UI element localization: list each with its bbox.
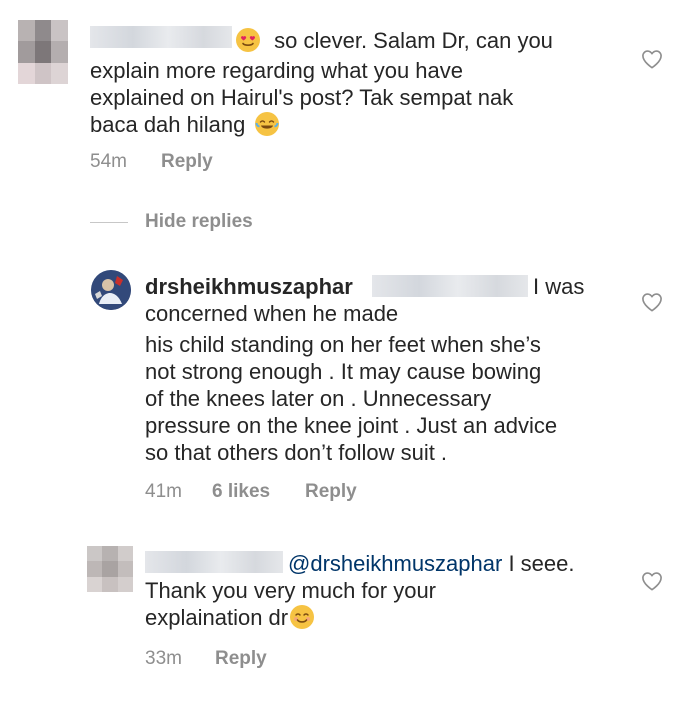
comment-text: so clever. Salam Dr, can you bbox=[236, 27, 553, 54]
likes-count-button[interactable]: 6 likes bbox=[212, 481, 270, 503]
avatar[interactable] bbox=[91, 270, 131, 310]
comment-text-line: not strong enough . It may cause bowing bbox=[145, 359, 542, 384]
reply-button[interactable]: Reply bbox=[161, 151, 213, 173]
mention-link[interactable]: @drsheikhmuszaphar bbox=[288, 551, 502, 576]
comment-time: 33m bbox=[145, 648, 182, 669]
comment-text-line: baca dah hilang bbox=[90, 111, 280, 138]
like-heart-icon[interactable] bbox=[641, 49, 663, 69]
heart-eyes-emoji-icon bbox=[236, 28, 260, 52]
hide-replies-divider bbox=[90, 222, 128, 223]
comment-text-line: explaination dr bbox=[145, 604, 315, 631]
avatar[interactable] bbox=[87, 546, 133, 592]
tears-of-joy-emoji-icon bbox=[255, 112, 280, 136]
redacted-username bbox=[90, 26, 232, 48]
redacted-text bbox=[372, 275, 528, 297]
comment-time: 54m bbox=[90, 151, 127, 172]
comment-text-line: so that others don’t follow suit . bbox=[145, 440, 448, 465]
comment-time: 41m bbox=[145, 481, 182, 502]
comment-text-line: pressure on the knee joint . Just an adv… bbox=[145, 413, 558, 438]
smiling-emoji-icon bbox=[290, 605, 315, 629]
like-heart-icon[interactable] bbox=[641, 571, 663, 591]
reply-button[interactable]: Reply bbox=[305, 481, 357, 503]
comment-text-line: @drsheikhmuszaphar I seee. bbox=[288, 551, 575, 576]
comment-text-line: concerned when he made bbox=[145, 301, 399, 326]
like-heart-icon[interactable] bbox=[641, 292, 663, 312]
redacted-username bbox=[145, 551, 283, 573]
comment-text-line: I was bbox=[533, 274, 585, 299]
reply-button[interactable]: Reply bbox=[215, 648, 267, 670]
hide-replies-button[interactable]: Hide replies bbox=[145, 211, 253, 233]
comment-text-line: explain more regarding what you have bbox=[90, 58, 464, 83]
comment-username[interactable]: drsheikhmuszaphar bbox=[145, 273, 353, 300]
avatar[interactable] bbox=[18, 20, 68, 84]
comment-text-line: his child standing on her feet when she’… bbox=[145, 332, 541, 357]
comment-text-line: explained on Hairul's post? Tak sempat n… bbox=[90, 85, 514, 110]
comment-text-line: of the knees later on . Unnecessary bbox=[145, 386, 492, 411]
comment-text-line: Thank you very much for your bbox=[145, 578, 437, 603]
